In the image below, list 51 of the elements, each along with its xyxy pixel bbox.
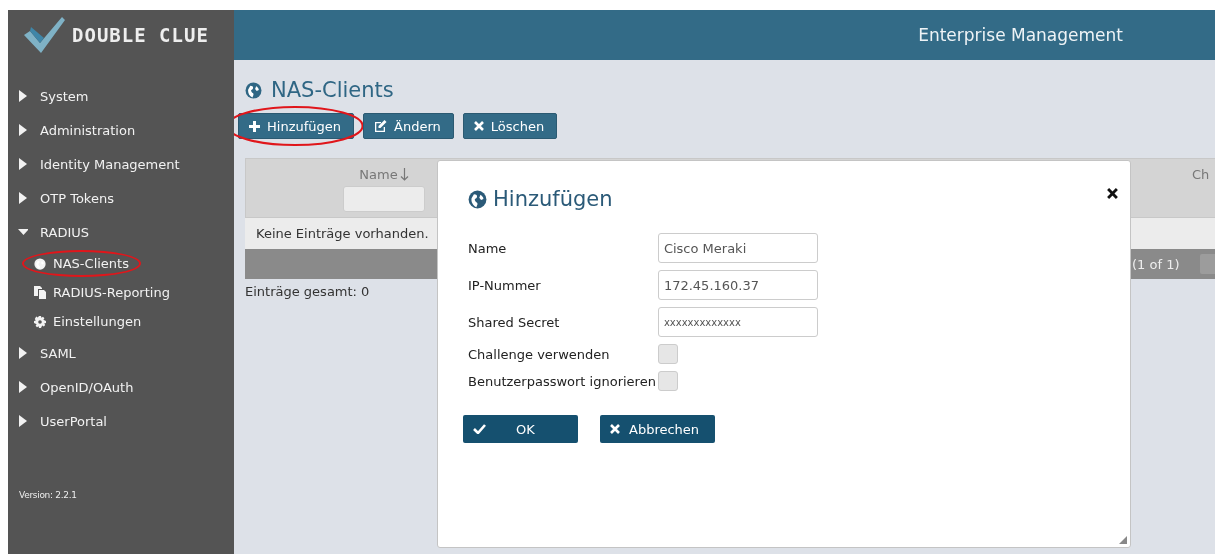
menu-item[interactable]: RADIUS xyxy=(8,215,234,249)
total-count: Einträge gesamt: 0 xyxy=(245,284,370,299)
toolbar-button[interactable]: Ändern xyxy=(363,113,454,139)
input-field[interactable]: 172.45.160.37 xyxy=(657,270,818,300)
check-icon xyxy=(473,424,486,434)
caret-right-icon xyxy=(18,124,28,136)
menu-item[interactable]: UserPortal xyxy=(8,404,234,438)
close-icon xyxy=(473,121,484,131)
edit-icon xyxy=(374,120,387,132)
caret-right-icon xyxy=(18,415,28,427)
toolbar-button[interactable]: Hinzufügen xyxy=(238,113,354,139)
field-label: Benutzerpasswort ignorieren xyxy=(468,373,656,389)
filter-field[interactable] xyxy=(343,186,425,212)
field-label: Shared Secret xyxy=(468,314,561,330)
page-count: (1 of 1) xyxy=(1132,256,1180,272)
caret-right-icon xyxy=(18,347,28,359)
caret-right-icon xyxy=(18,158,28,170)
dialog-title: Hinzufügen xyxy=(468,187,613,211)
close-icon xyxy=(610,424,620,434)
menu-item[interactable]: SAML xyxy=(8,336,234,370)
input-field[interactable]: Cisco Meraki xyxy=(657,233,818,263)
field-label: IP-Nummer xyxy=(468,277,542,293)
input-field[interactable]: xxxxxxxxxxxxx xyxy=(657,307,818,337)
submenu-item[interactable]: Einstellungen xyxy=(22,308,154,335)
settings-icon xyxy=(34,315,46,328)
logo-text: DOUBLE CLUE xyxy=(72,24,209,46)
toolbar-button[interactable]: Löschen xyxy=(462,113,558,139)
app-header: Enterprise Management xyxy=(234,10,1215,60)
plus-icon xyxy=(249,120,260,132)
documents-icon xyxy=(34,286,46,299)
logo-checkmark-icon xyxy=(22,15,66,55)
menu-item[interactable]: Identity Management xyxy=(8,147,234,181)
submenu-item[interactable]: NAS-Clients xyxy=(22,250,141,277)
caret-right-icon xyxy=(18,192,28,204)
field-label: Challenge verwenden xyxy=(468,346,611,362)
cancel-button[interactable]: Abbrechen xyxy=(600,415,715,443)
checkbox[interactable] xyxy=(657,344,678,364)
sort-arrow-icon xyxy=(399,168,409,181)
menu-item[interactable]: System xyxy=(8,79,234,113)
checkbox[interactable] xyxy=(657,371,678,391)
caret-right-icon xyxy=(18,90,28,102)
caret-down-icon xyxy=(18,226,28,238)
caret-right-icon xyxy=(18,381,28,393)
menu-item[interactable]: OpenID/OAuth xyxy=(8,370,234,404)
resize-handle-icon[interactable] xyxy=(1119,536,1127,544)
ok-button[interactable]: OK xyxy=(463,415,578,443)
submenu-item[interactable]: RADIUS-Reporting xyxy=(22,279,182,306)
version-text: Version: 2.2.1 xyxy=(18,489,78,500)
menu-item[interactable]: OTP Tokens xyxy=(8,181,234,215)
menu-item[interactable]: Administration xyxy=(8,113,234,147)
page-title: NAS-Clients xyxy=(245,78,1215,102)
